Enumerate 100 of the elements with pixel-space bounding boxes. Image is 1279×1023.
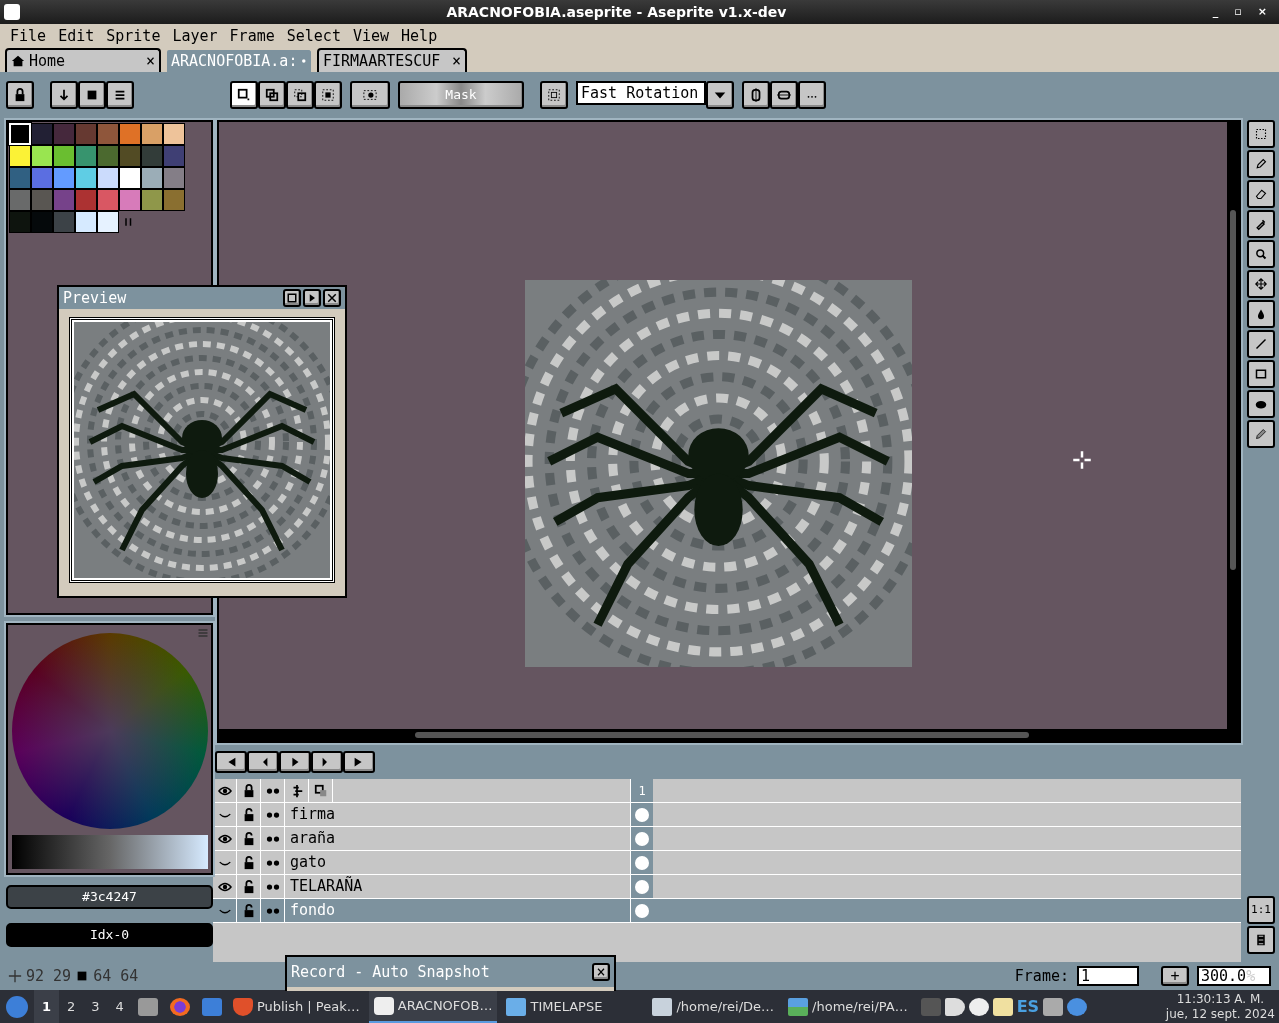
palette-swatch[interactable] bbox=[53, 167, 75, 189]
palette-swatch[interactable] bbox=[75, 123, 97, 145]
pivot-button[interactable] bbox=[770, 81, 798, 109]
selection-mode-icon[interactable] bbox=[293, 88, 307, 102]
down-arrow-button[interactable] bbox=[50, 81, 78, 109]
palette-swatch[interactable] bbox=[163, 167, 185, 189]
document-tab[interactable]: FIRMAARTESCUF × bbox=[317, 48, 467, 72]
move-tool[interactable] bbox=[1247, 270, 1275, 298]
workspace-button[interactable]: 4 bbox=[107, 990, 132, 1023]
palette-swatch[interactable] bbox=[141, 189, 163, 211]
menu-item[interactable]: File bbox=[4, 24, 53, 48]
workspace-button[interactable]: 1 bbox=[34, 990, 60, 1023]
app-icon[interactable] bbox=[373, 996, 394, 1015]
pivot-icon[interactable] bbox=[777, 88, 791, 102]
palette-swatch[interactable] bbox=[119, 145, 141, 167]
film-strip-button[interactable] bbox=[1247, 926, 1275, 954]
clock-date[interactable]: jue, 12 sept. 2024 bbox=[1165, 1006, 1275, 1022]
menu-item[interactable]: Select bbox=[280, 24, 347, 48]
cels-icon[interactable] bbox=[313, 783, 328, 798]
palette-swatch[interactable] bbox=[75, 145, 97, 167]
layer-row[interactable]: firma bbox=[213, 803, 1241, 827]
palette-swatch[interactable] bbox=[97, 189, 119, 211]
palette-swatch[interactable] bbox=[163, 145, 185, 167]
transparent-color-button[interactable] bbox=[350, 81, 390, 109]
palette-swatch[interactable] bbox=[53, 123, 75, 145]
lock-icon[interactable] bbox=[13, 88, 27, 102]
close-button[interactable]: × bbox=[1257, 3, 1267, 21]
line-tool[interactable] bbox=[1247, 330, 1275, 358]
square-button[interactable] bbox=[78, 81, 106, 109]
cel-icon[interactable] bbox=[634, 902, 650, 919]
workspace-button[interactable]: 3 bbox=[83, 990, 108, 1023]
palette-swatch[interactable] bbox=[141, 123, 163, 145]
palette-swatch[interactable] bbox=[119, 189, 141, 211]
clock-time[interactable]: 11:30:13 A. M. bbox=[1165, 991, 1275, 1007]
menu-button[interactable] bbox=[106, 81, 134, 109]
shade-bar-drawing[interactable] bbox=[11, 835, 208, 869]
palette-swatch[interactable] bbox=[9, 167, 31, 189]
restore-button[interactable]: ▫ bbox=[1234, 3, 1242, 21]
selection-mode-icon[interactable] bbox=[237, 88, 251, 102]
cel-icon[interactable] bbox=[634, 854, 650, 871]
frame-field[interactable]: 1 bbox=[1077, 966, 1139, 986]
palette-swatch[interactable] bbox=[119, 167, 141, 189]
file-cabinet-icon[interactable] bbox=[137, 997, 158, 1016]
layer-row[interactable]: gato bbox=[213, 851, 1241, 875]
add-frame-button[interactable]: + bbox=[1161, 966, 1189, 986]
document-tab[interactable]: Home × bbox=[5, 48, 161, 72]
grid-icon[interactable] bbox=[547, 88, 561, 102]
marquee-tool[interactable] bbox=[1247, 120, 1275, 148]
start-menu-icon[interactable] bbox=[6, 995, 28, 1018]
palette-swatch[interactable] bbox=[75, 211, 97, 233]
palette-swatch[interactable] bbox=[31, 123, 53, 145]
tab-close-button[interactable]: × bbox=[145, 49, 155, 73]
move-icon[interactable] bbox=[1255, 275, 1267, 293]
rotation-dropdown[interactable]: Fast Rotation bbox=[576, 81, 706, 105]
taskbar-button[interactable]: /home/rei/De… bbox=[647, 990, 780, 1023]
more-button[interactable] bbox=[798, 81, 826, 109]
palette-swatch[interactable] bbox=[31, 189, 53, 211]
down-arrow-icon[interactable] bbox=[57, 88, 71, 102]
eraser-tool[interactable] bbox=[1247, 180, 1275, 208]
menu-item[interactable]: View bbox=[346, 24, 396, 48]
next-frame-button[interactable] bbox=[311, 751, 343, 773]
previous-frame-button[interactable] bbox=[247, 751, 279, 773]
selection-mode-button[interactable] bbox=[258, 81, 286, 109]
foreground-color-button[interactable]: #3c4247 bbox=[6, 885, 213, 909]
square-icon[interactable] bbox=[85, 88, 99, 102]
taskbar-button[interactable]: /home/rei/PA… bbox=[783, 990, 913, 1023]
palette-swatch[interactable] bbox=[75, 189, 97, 211]
palette-swatch[interactable] bbox=[97, 123, 119, 145]
dropdown-button[interactable] bbox=[706, 81, 734, 109]
selection-mode-icon[interactable] bbox=[321, 88, 335, 102]
cel-icon[interactable] bbox=[634, 878, 650, 895]
palette-swatch[interactable] bbox=[97, 211, 119, 233]
cloud-icon[interactable] bbox=[968, 997, 989, 1016]
palette-swatch[interactable] bbox=[97, 167, 119, 189]
spray-tool[interactable] bbox=[1247, 420, 1275, 448]
image-icon[interactable] bbox=[788, 997, 809, 1016]
actual-size-button[interactable]: 1:1 bbox=[1247, 896, 1275, 924]
first-frame-button[interactable] bbox=[215, 751, 247, 773]
menu-item[interactable]: Layer bbox=[166, 24, 224, 48]
menu-item[interactable]: Frame bbox=[223, 24, 281, 48]
vertical-scrollbar[interactable] bbox=[1227, 122, 1239, 729]
selection-mode-button[interactable] bbox=[314, 81, 342, 109]
taskbar-button[interactable]: TIMELAPSE bbox=[501, 990, 608, 1023]
menu-item[interactable]: Help bbox=[395, 24, 444, 48]
palette-swatch[interactable] bbox=[97, 145, 119, 167]
horizontal-scrollbar[interactable] bbox=[219, 729, 1239, 741]
close-button[interactable]: × bbox=[592, 963, 610, 981]
palette-swatch[interactable] bbox=[163, 189, 185, 211]
palette-swatch[interactable] bbox=[9, 145, 31, 167]
minimize-button[interactable]: _ bbox=[1212, 3, 1219, 21]
palette-swatch[interactable] bbox=[141, 145, 163, 167]
selection-mode-icon[interactable] bbox=[265, 88, 279, 102]
speaker-icon[interactable] bbox=[944, 997, 965, 1016]
folder-icon[interactable] bbox=[506, 997, 527, 1016]
palette-swatch[interactable] bbox=[119, 123, 141, 145]
taskbar-button[interactable]: Publish | Peak… bbox=[227, 990, 365, 1023]
palette-swatch[interactable] bbox=[31, 167, 53, 189]
pivot-icon[interactable] bbox=[749, 88, 763, 102]
palette-swatch[interactable] bbox=[9, 189, 31, 211]
palette-swatch[interactable] bbox=[31, 145, 53, 167]
